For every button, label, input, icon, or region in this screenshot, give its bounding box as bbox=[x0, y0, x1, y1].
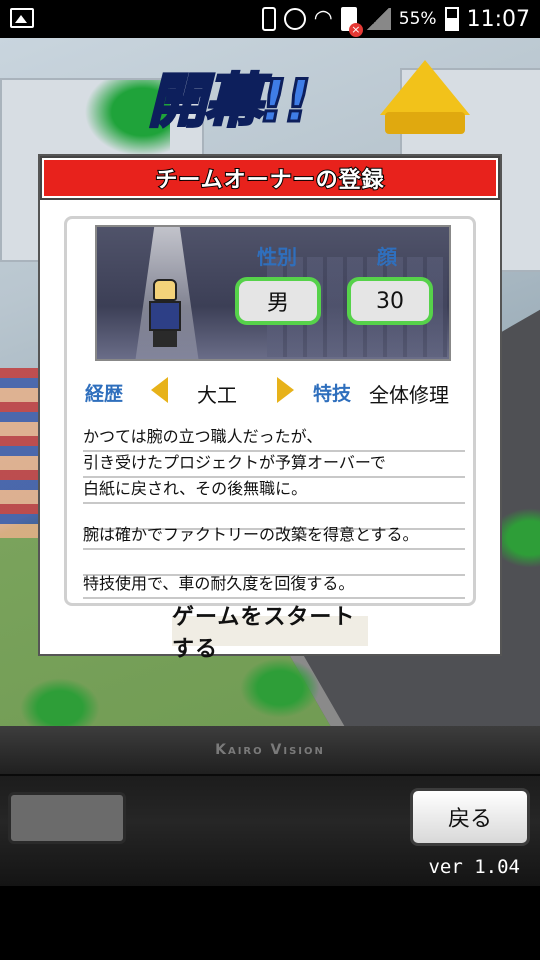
back-button[interactable]: 戻る bbox=[410, 788, 530, 846]
gallery-notification-icon bbox=[10, 8, 34, 28]
career-label: 経歴 bbox=[85, 383, 124, 405]
crown-base bbox=[385, 112, 465, 134]
battery-percent: 55% bbox=[398, 9, 437, 29]
status-bar: ◠ 55% 11:07 bbox=[0, 0, 540, 38]
flower-bush-image bbox=[240, 658, 320, 718]
crown-icon bbox=[380, 60, 470, 115]
dialog-content: 性別 男 顔 30 経歴 大工 特技 全体修理 かつては腕の立つ職人だったが、 … bbox=[64, 216, 476, 606]
alarm-icon bbox=[283, 8, 306, 30]
description-line: 特技使用で、車の耐久度を回復する。 bbox=[83, 571, 465, 599]
skill-value: 全体修理 bbox=[369, 383, 449, 407]
career-value: 大工 bbox=[197, 383, 237, 407]
blank-button[interactable] bbox=[8, 792, 126, 844]
brand-strip: Kairo Vision bbox=[0, 726, 540, 776]
face-label: 顔 bbox=[377, 245, 397, 269]
clock: 11:07 bbox=[466, 6, 530, 32]
status-icons: ◠ 55% 11:07 bbox=[261, 4, 530, 37]
title-logo: 開幕!! bbox=[147, 66, 313, 137]
sim-error-icon bbox=[340, 7, 363, 37]
signal-icon bbox=[364, 8, 391, 30]
brand-logo: Kairo Vision bbox=[215, 742, 325, 758]
career-prev-arrow-icon[interactable] bbox=[151, 377, 168, 403]
portrait-panel: 性別 男 顔 30 bbox=[95, 225, 451, 361]
owner-registration-dialog: チームオーナーの登録 性別 男 顔 30 経歴 大工 特技 全体修理 かつては腕… bbox=[38, 154, 502, 662]
palm-tree-image bbox=[20, 678, 100, 728]
vibrate-icon bbox=[261, 7, 276, 31]
skill-label: 特技 bbox=[313, 383, 352, 405]
owner-character-image bbox=[147, 279, 183, 349]
description-line: 引き受けたプロジェクトが予算オーバーで bbox=[83, 450, 465, 478]
version-label: ver 1.04 bbox=[428, 856, 520, 878]
dialog-title: チームオーナーの登録 bbox=[154, 167, 385, 194]
battery-icon bbox=[444, 7, 459, 31]
career-next-arrow-icon[interactable] bbox=[277, 377, 294, 403]
description-line: かつては腕の立つ職人だったが、 bbox=[83, 424, 465, 452]
wifi-icon: ◠ bbox=[313, 6, 333, 31]
dialog-header: チームオーナーの登録 bbox=[40, 156, 500, 200]
gender-label: 性別 bbox=[257, 245, 297, 269]
description-line: 白紙に戻され、その後無職に。 bbox=[83, 476, 465, 504]
bottom-bar: Kairo Vision 戻る ver 1.04 bbox=[0, 726, 540, 886]
description-line: 腕は確かでファクトリーの改築を得意とする。 bbox=[83, 522, 465, 550]
start-game-button[interactable]: ゲームをスタートする bbox=[172, 605, 368, 662]
gender-button[interactable]: 男 bbox=[235, 277, 321, 325]
face-button[interactable]: 30 bbox=[347, 277, 433, 325]
